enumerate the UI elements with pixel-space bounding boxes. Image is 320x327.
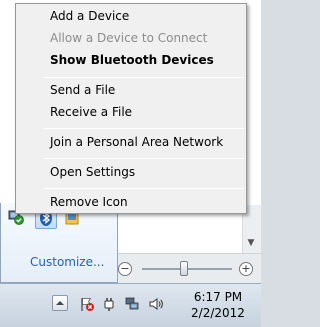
menu-item-receive-file[interactable]: Receive a File bbox=[50, 105, 132, 119]
menu-item-remove-icon[interactable]: Remove Icon bbox=[50, 195, 128, 209]
menu-separator bbox=[44, 158, 244, 159]
show-hidden-icons-button[interactable] bbox=[52, 295, 68, 311]
taskbar: 6:17 PM 2/2/2012 bbox=[0, 283, 261, 327]
zoom-out-button[interactable]: − bbox=[118, 262, 132, 276]
notification-overflow-panel: Customize... bbox=[0, 203, 118, 283]
volume-icon[interactable] bbox=[148, 296, 164, 312]
zoom-slider-thumb[interactable] bbox=[180, 261, 188, 276]
menu-separator bbox=[44, 188, 244, 189]
action-center-flag-icon[interactable] bbox=[79, 296, 95, 312]
menu-separator bbox=[44, 128, 244, 129]
menu-item-join-personal-area-network[interactable]: Join a Personal Area Network bbox=[50, 135, 223, 149]
clock-date: 2/2/2012 bbox=[191, 306, 245, 320]
menu-item-allow-device-connect: Allow a Device to Connect bbox=[50, 31, 208, 45]
system-clock[interactable]: 6:17 PM 2/2/2012 bbox=[180, 289, 256, 321]
menu-item-send-file[interactable]: Send a File bbox=[50, 83, 115, 97]
scroll-down-arrow-icon[interactable]: ▼ bbox=[244, 236, 258, 250]
bluetooth-context-menu: Add a Device Allow a Device to Connect S… bbox=[15, 3, 247, 214]
network-icon[interactable] bbox=[124, 296, 140, 312]
menu-item-add-device[interactable]: Add a Device bbox=[50, 9, 129, 23]
menu-separator bbox=[44, 77, 244, 78]
power-plug-icon[interactable] bbox=[101, 296, 117, 312]
clock-time: 6:17 PM bbox=[193, 290, 243, 304]
chevron-up-icon bbox=[56, 301, 64, 305]
customize-link[interactable]: Customize... bbox=[30, 255, 104, 269]
zoom-in-button[interactable]: + bbox=[239, 262, 253, 276]
menu-item-show-bluetooth-devices[interactable]: Show Bluetooth Devices bbox=[50, 53, 214, 67]
menu-item-open-settings[interactable]: Open Settings bbox=[50, 165, 135, 179]
